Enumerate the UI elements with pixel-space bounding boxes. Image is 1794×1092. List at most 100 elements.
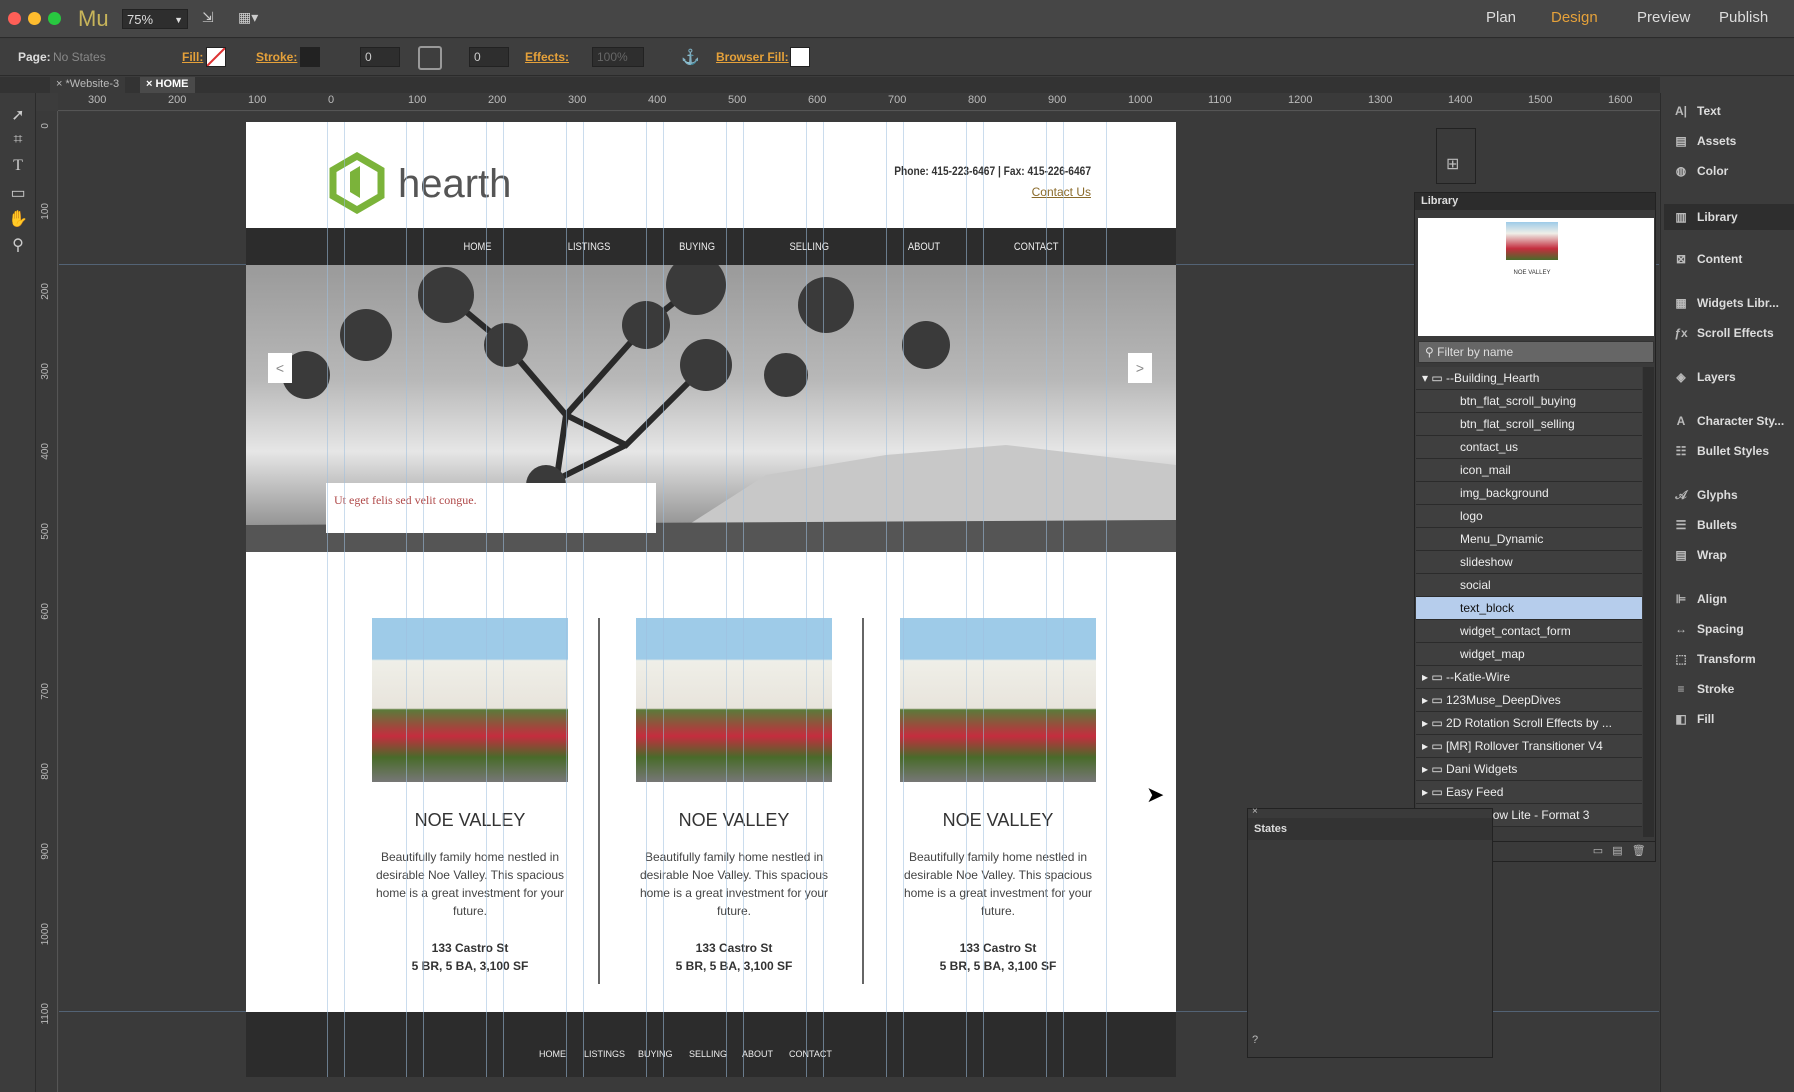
tab-website-3[interactable]: × *Website-3 <box>50 77 126 93</box>
panel-transform[interactable]: ⬚ Transform <box>1671 652 1794 678</box>
minimize-window-button[interactable] <box>28 12 41 25</box>
panel-assets[interactable]: ▤ Assets <box>1671 134 1794 160</box>
slideshow-caption[interactable]: Ut eget felis sed velit congue. <box>326 483 656 533</box>
library-item[interactable]: widget_map <box>1416 643 1642 666</box>
corner-radius-field[interactable]: 0 <box>469 47 509 67</box>
crop-tool-icon[interactable]: ⌗ <box>8 131 28 151</box>
panel-bullets[interactable]: ☰ Bullets <box>1671 518 1794 544</box>
mode-preview[interactable]: Preview <box>1637 9 1690 26</box>
zoom-tool-icon[interactable]: ⚲ <box>8 235 28 255</box>
close-icon[interactable]: × <box>146 78 152 90</box>
opacity-field[interactable]: 100% <box>592 47 644 67</box>
library-folder-building-hearth[interactable]: ▾ ▭ --Building_Hearth <box>1416 367 1642 390</box>
panel-fill[interactable]: ◧ Fill <box>1671 712 1794 738</box>
footer-nav-home[interactable]: HOME <box>539 1049 566 1059</box>
trash-icon[interactable]: 🗑 <box>1632 845 1646 857</box>
nav-about[interactable]: ABOUT <box>908 241 940 253</box>
column-guide[interactable] <box>663 122 664 1077</box>
slideshow-prev-button[interactable]: < <box>268 353 292 383</box>
column-guide[interactable] <box>823 122 824 1077</box>
new-folder-icon[interactable]: ▭ <box>1593 845 1603 857</box>
nav-contact[interactable]: CONTACT <box>1014 241 1059 253</box>
selection-tool-icon[interactable]: ➚ <box>8 105 28 125</box>
column-guide[interactable] <box>327 122 328 1077</box>
mode-plan[interactable]: Plan <box>1486 9 1516 26</box>
hero-slideshow[interactable]: < > Ut eget felis sed velit congue. <box>246 265 1176 552</box>
vertical-ruler[interactable]: 0 100 200 300 400 500 600 700 800 900 10… <box>36 111 58 1092</box>
panel-library[interactable]: ▥ Library <box>1664 204 1794 230</box>
hearth-logo-icon[interactable] <box>326 152 388 214</box>
stroke-label[interactable]: Stroke: <box>256 50 297 64</box>
column-guide[interactable] <box>646 122 647 1077</box>
close-icon[interactable]: × <box>56 78 62 90</box>
browser-fill-label[interactable]: Browser Fill: <box>716 50 789 64</box>
panel-color[interactable]: ◍ Color <box>1671 164 1794 190</box>
mode-publish[interactable]: Publish <box>1719 9 1768 26</box>
library-filter-input[interactable]: ⚲ Filter by name <box>1418 341 1654 363</box>
nav-listings[interactable]: LISTINGS <box>568 241 611 253</box>
nav-buying[interactable]: BUYING <box>679 241 715 253</box>
column-guide[interactable] <box>806 122 807 1077</box>
column-guide[interactable] <box>406 122 407 1077</box>
stroke-width-field[interactable]: 0 <box>360 47 400 67</box>
column-guide[interactable] <box>726 122 727 1077</box>
rectangle-tool-icon[interactable]: ▭ <box>8 183 28 203</box>
fill-swatch[interactable] <box>206 47 226 67</box>
fill-label[interactable]: Fill: <box>182 50 203 64</box>
tab-home[interactable]: × HOME <box>140 77 195 93</box>
logo-text[interactable]: hearth <box>398 162 511 207</box>
footer-nav-contact[interactable]: CONTACT <box>789 1049 832 1059</box>
zoom-select[interactable]: 75% ▼ <box>122 9 188 29</box>
library-item[interactable]: slideshow <box>1416 551 1642 574</box>
page-state-link[interactable]: No States <box>53 50 106 64</box>
panel-text[interactable]: A| Text <box>1671 104 1794 130</box>
library-item[interactable]: Menu_Dynamic <box>1416 528 1642 551</box>
footer-nav-listings[interactable]: LISTINGS <box>584 1049 625 1059</box>
library-item-selected[interactable]: text_block <box>1416 597 1642 620</box>
states-panel-title[interactable]: States <box>1248 818 1492 840</box>
panel-wrap[interactable]: ▤ Wrap <box>1671 548 1794 574</box>
stroke-swatch[interactable] <box>300 47 320 67</box>
mode-design[interactable]: Design <box>1551 9 1598 26</box>
library-folder[interactable]: ▸ ▭ 123Muse_DeepDives <box>1416 689 1642 712</box>
panel-widgets-library[interactable]: ▦ Widgets Libr... <box>1671 296 1794 322</box>
library-scrollbar[interactable] <box>1643 367 1654 837</box>
library-item[interactable]: btn_flat_scroll_selling <box>1416 413 1642 436</box>
close-window-button[interactable] <box>8 12 21 25</box>
panel-content[interactable]: ⊠ Content <box>1671 252 1794 278</box>
panel-scroll-effects[interactable]: ƒx Scroll Effects <box>1671 326 1794 352</box>
grid-icon[interactable]: ⊞ <box>1446 154 1459 174</box>
column-guide[interactable] <box>486 122 487 1077</box>
column-guide[interactable] <box>1063 122 1064 1077</box>
panel-stroke[interactable]: ≡ Stroke <box>1671 682 1794 708</box>
hand-tool-icon[interactable]: ✋ <box>8 209 28 229</box>
library-item[interactable]: btn_flat_scroll_buying <box>1416 390 1642 413</box>
panel-spacing[interactable]: ↔ Spacing <box>1671 622 1794 648</box>
column-guide[interactable] <box>344 122 345 1077</box>
column-guide[interactable] <box>983 122 984 1077</box>
slideshow-next-button[interactable]: > <box>1128 353 1152 383</box>
column-guide[interactable] <box>966 122 967 1077</box>
library-folder[interactable]: ▸ ▭ 2D Rotation Scroll Effects by ... <box>1416 712 1642 735</box>
effects-label[interactable]: Effects: <box>525 50 569 64</box>
page-artboard[interactable]: hearth Phone: 415-223-6467 | Fax: 415-22… <box>246 122 1176 1077</box>
column-guide[interactable] <box>1106 122 1107 1077</box>
library-item[interactable]: contact_us <box>1416 436 1642 459</box>
column-guide[interactable] <box>566 122 567 1077</box>
panel-character-styles[interactable]: A Character Sty... <box>1671 414 1794 440</box>
layout-menu-icon[interactable]: ▦▾ <box>238 9 258 29</box>
column-guide[interactable] <box>1046 122 1047 1077</box>
library-item[interactable]: widget_contact_form <box>1416 620 1642 643</box>
help-icon[interactable]: ? <box>1252 1034 1258 1046</box>
library-panel-title[interactable]: Library <box>1415 193 1655 210</box>
library-folder[interactable]: ▸ ▭ Easy Feed <box>1416 781 1642 804</box>
column-guide[interactable] <box>743 122 744 1077</box>
page-frame-icon[interactable]: ⇲ <box>202 9 214 29</box>
library-item[interactable]: social <box>1416 574 1642 597</box>
new-item-icon[interactable]: ▤ <box>1612 845 1622 857</box>
library-folder[interactable]: ▸ ▭ --Katie-Wire <box>1416 666 1642 689</box>
text-tool-icon[interactable]: T <box>8 157 28 177</box>
zoom-window-button[interactable] <box>48 12 61 25</box>
panel-align[interactable]: ⊫ Align <box>1671 592 1794 618</box>
column-guide[interactable] <box>423 122 424 1077</box>
